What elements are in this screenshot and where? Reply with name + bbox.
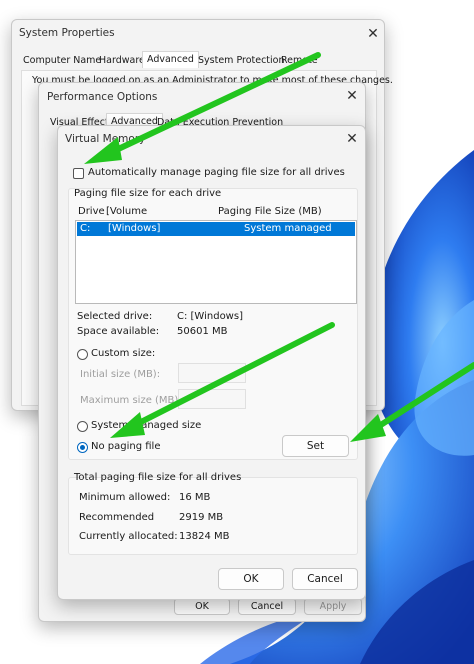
- space-available-value: 50601 MB: [177, 326, 228, 337]
- column-header-volume: [Volume: [106, 206, 148, 217]
- list-item[interactable]: C: [Windows] System managed: [77, 222, 355, 236]
- initial-size-input[interactable]: [178, 363, 246, 383]
- tab-system-protection[interactable]: System Protection: [198, 55, 285, 66]
- totals-title: Total paging file size for all drives: [74, 472, 242, 483]
- minimum-allowed-label: Minimum allowed:: [79, 492, 171, 503]
- currently-allocated-value: 13824 MB: [179, 531, 230, 542]
- group-title: Paging file size for each drive: [74, 188, 222, 199]
- currently-allocated-label: Currently allocated:: [79, 531, 178, 542]
- column-header-drive: Drive: [78, 206, 105, 217]
- selected-drive-label: Selected drive:: [77, 311, 153, 322]
- recommended-label: Recommended: [79, 512, 155, 523]
- auto-manage-checkbox[interactable]: [73, 168, 84, 179]
- set-button[interactable]: Set: [282, 435, 349, 457]
- drive-list[interactable]: C: [Windows] System managed: [75, 220, 357, 304]
- tab-computer-name[interactable]: Computer Name: [23, 55, 101, 66]
- maximum-size-label: Maximum size (MB):: [80, 395, 182, 406]
- no-paging-radio[interactable]: [77, 442, 88, 453]
- window-title: System Properties: [19, 27, 115, 39]
- apply-button[interactable]: Apply: [304, 598, 362, 615]
- window-title: Virtual Memory: [65, 133, 146, 145]
- minimum-allowed-value: 16 MB: [179, 492, 211, 503]
- cancel-button[interactable]: Cancel: [238, 598, 296, 615]
- system-managed-radio[interactable]: [77, 421, 88, 432]
- close-icon[interactable]: ✕: [344, 88, 360, 104]
- tab-remote[interactable]: Remote: [281, 55, 318, 66]
- system-managed-label: System managed size: [91, 420, 202, 431]
- window-title: Performance Options: [47, 91, 158, 103]
- close-icon[interactable]: ✕: [365, 26, 381, 42]
- row-volume: [Windows]: [108, 223, 161, 234]
- cancel-button[interactable]: Cancel: [292, 568, 358, 590]
- space-available-label: Space available:: [77, 326, 160, 337]
- tab-hardware[interactable]: Hardware: [99, 55, 145, 66]
- maximum-size-input[interactable]: [178, 389, 246, 409]
- row-size: System managed: [244, 223, 332, 234]
- custom-size-label: Custom size:: [91, 348, 156, 359]
- tab-advanced[interactable]: Advanced: [142, 51, 199, 68]
- initial-size-label: Initial size (MB):: [80, 369, 161, 380]
- column-header-size: Paging File Size (MB): [218, 206, 322, 217]
- auto-manage-label: Automatically manage paging file size fo…: [88, 167, 345, 178]
- recommended-value: 2919 MB: [179, 512, 224, 523]
- ok-button[interactable]: OK: [174, 598, 230, 615]
- selected-drive-value: C: [Windows]: [177, 311, 243, 322]
- close-icon[interactable]: ✕: [344, 131, 360, 147]
- custom-size-radio[interactable]: [77, 349, 88, 360]
- no-paging-label: No paging file: [91, 441, 161, 452]
- ok-button[interactable]: OK: [218, 568, 284, 590]
- row-drive: C:: [80, 223, 91, 234]
- virtual-memory-window: Virtual Memory ✕ Automatically manage pa…: [57, 125, 366, 600]
